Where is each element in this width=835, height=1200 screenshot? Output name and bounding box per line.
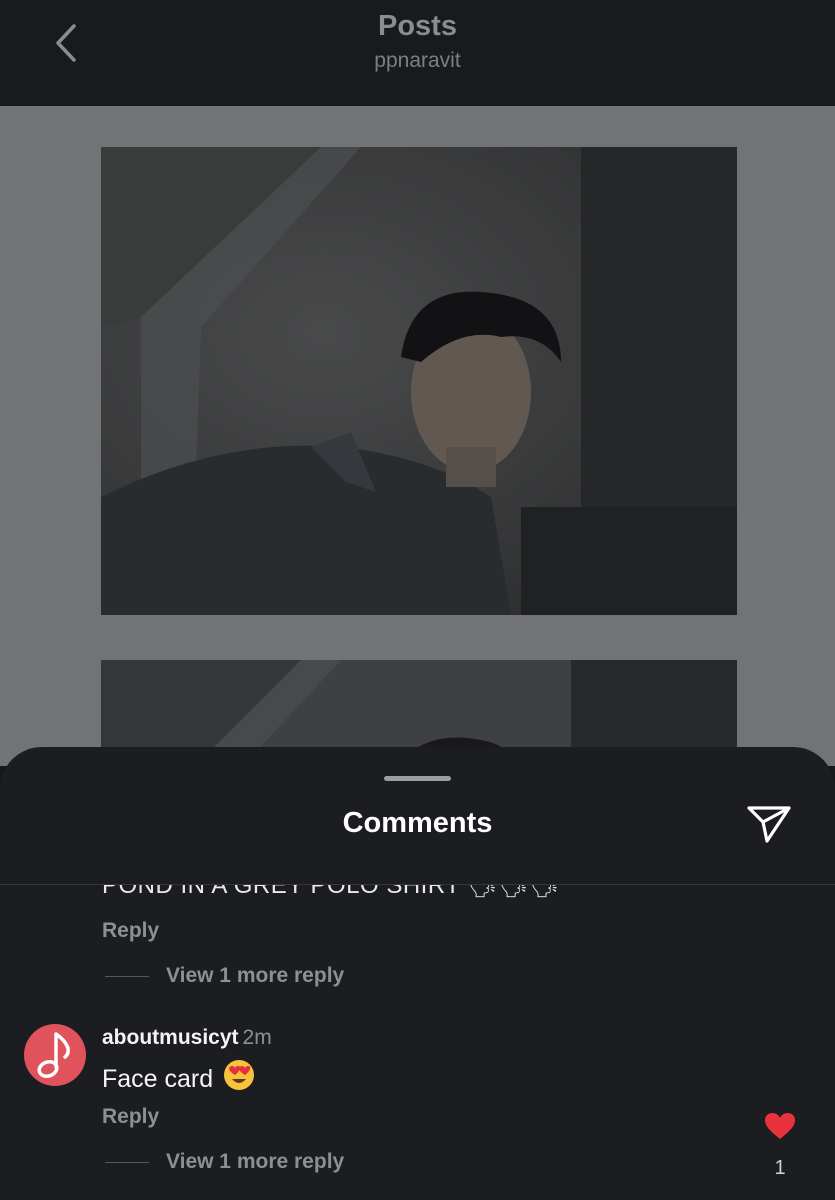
share-button[interactable] bbox=[744, 801, 794, 847]
view-more-replies-button[interactable]: View 1 more reply bbox=[105, 1150, 344, 1174]
comment-username[interactable]: aboutmusicyt 2m bbox=[102, 1026, 272, 1050]
heart-filled-icon bbox=[765, 1113, 795, 1139]
paper-plane-icon bbox=[747, 806, 791, 843]
thread-line bbox=[105, 975, 149, 977]
comment-text: Face card bbox=[102, 1059, 255, 1098]
comment-time: 2m bbox=[242, 1026, 272, 1049]
sheet-grabber[interactable] bbox=[384, 776, 451, 781]
view-more-replies-button[interactable]: View 1 more reply bbox=[105, 964, 344, 988]
comments-sheet: Comments POND IN A GREY POLO SHIRT 🗣🗣🗣 R… bbox=[0, 747, 835, 1200]
view-more-replies-label: View 1 more reply bbox=[166, 1150, 345, 1173]
comments-title: Comments bbox=[342, 807, 493, 839]
posts-feed[interactable] bbox=[0, 106, 835, 766]
heart-eyes-emoji-icon bbox=[223, 1059, 255, 1098]
like-button[interactable] bbox=[763, 1110, 797, 1142]
like-count: 1 bbox=[774, 1157, 786, 1179]
reply-button[interactable]: Reply bbox=[102, 919, 159, 943]
thread-line bbox=[105, 1161, 149, 1163]
avatar[interactable] bbox=[24, 1024, 86, 1086]
view-more-replies-label: View 1 more reply bbox=[166, 964, 345, 987]
top-header: Posts ppnaravit bbox=[0, 0, 835, 106]
comment-text: POND IN A GREY POLO SHIRT 🗣🗣🗣 bbox=[102, 885, 561, 899]
music-note-icon bbox=[37, 1032, 70, 1079]
comment-body: Face card bbox=[102, 1065, 214, 1093]
profile-username: ppnaravit bbox=[374, 49, 461, 72]
username-label: aboutmusicyt bbox=[102, 1026, 239, 1049]
page-title: Posts bbox=[378, 10, 457, 42]
reply-button[interactable]: Reply bbox=[102, 1105, 159, 1129]
comments-list[interactable]: POND IN A GREY POLO SHIRT 🗣🗣🗣 Reply View… bbox=[0, 885, 835, 1200]
post-photo-1[interactable] bbox=[101, 147, 737, 615]
